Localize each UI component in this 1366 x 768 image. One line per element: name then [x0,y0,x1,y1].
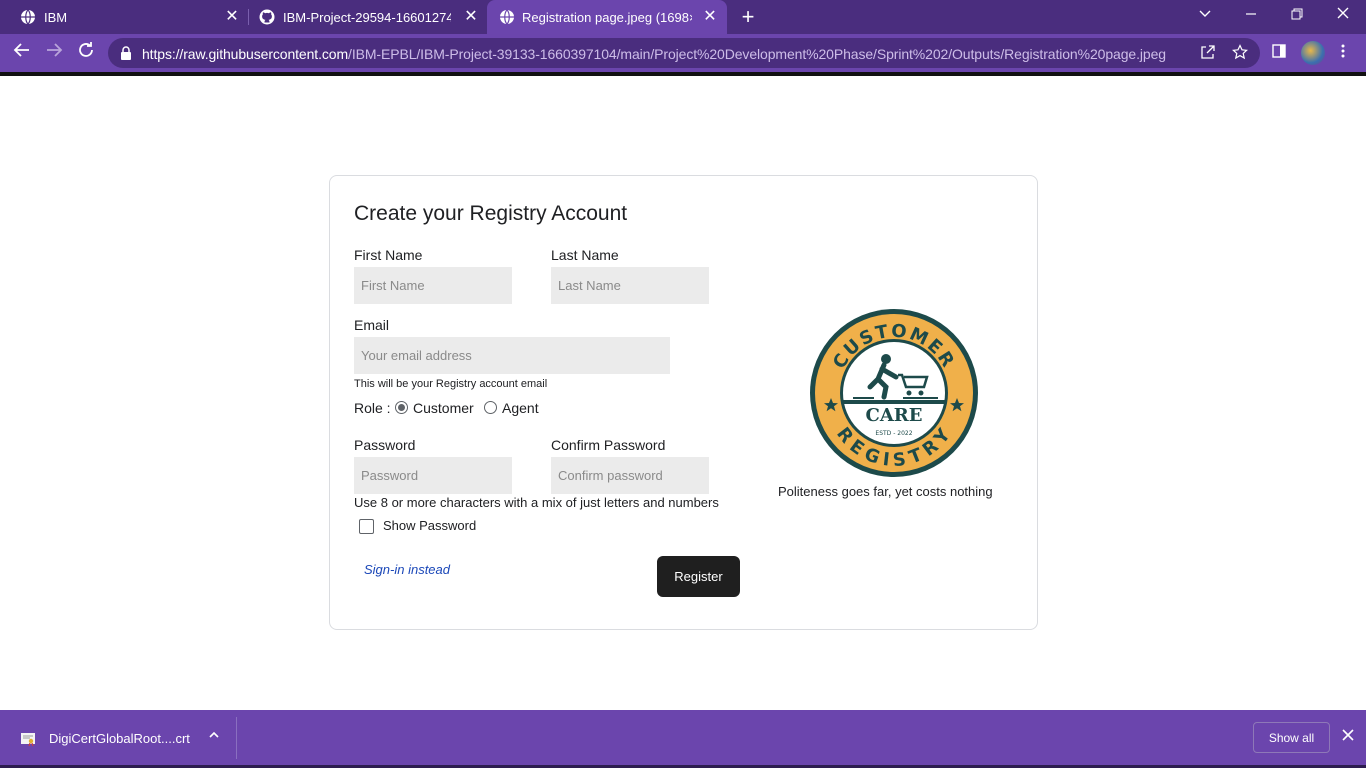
password-input[interactable] [354,457,512,494]
logo-middle-text: CARE [866,405,923,426]
register-button[interactable]: Register [657,556,740,597]
download-divider [236,717,237,759]
tab-registration-image[interactable]: Registration page.jpeg (1698×81 ✕ [487,0,727,34]
tab-ibm[interactable]: IBM ✕ [0,0,248,34]
show-all-button[interactable]: Show all [1253,722,1330,753]
profile-avatar[interactable] [1301,41,1325,65]
close-window-icon[interactable] [1331,4,1355,28]
chevron-up-icon[interactable] [205,728,223,746]
role-label: Role : [354,400,391,416]
browser-toolbar: https://raw.githubusercontent.com/IBM-EP… [0,34,1366,72]
email-hint: This will be your Registry account email [354,378,548,390]
certificate-file-icon[interactable] [20,731,36,747]
role-agent-radio[interactable] [484,401,497,414]
side-panel-icon[interactable] [1269,43,1289,63]
close-tab-icon[interactable]: ✕ [463,9,479,25]
globe-icon [500,9,514,25]
last-name-input[interactable] [551,267,709,304]
tab-github[interactable]: IBM-Project-29594-1660127462/P ✕ [249,0,487,34]
url-host: https://raw.githubusercontent.com [142,46,349,62]
close-tab-icon[interactable]: ✕ [702,9,718,25]
minimize-icon[interactable] [1239,4,1263,28]
password-label: Password [354,437,416,453]
customer-care-registry-logo: CUSTOMER REGISTRY CARE ESTD - 2022 [810,309,978,477]
sign-in-link[interactable]: Sign-in instead [364,562,450,577]
address-bar[interactable]: https://raw.githubusercontent.com/IBM-EP… [108,38,1260,68]
tagline: Politeness goes far, yet costs nothing [778,484,993,499]
tab-title: Registration page.jpeg (1698×81 [522,10,692,25]
globe-icon [21,9,35,25]
url-text[interactable]: https://raw.githubusercontent.com/IBM-EP… [142,46,1166,62]
show-password-checkbox[interactable] [359,519,374,534]
download-bar: DigiCertGlobalRoot....crt Show all [0,710,1366,768]
bookmark-star-icon[interactable] [1231,44,1249,62]
tab-title: IBM-Project-29594-1660127462/P [283,10,451,25]
tab-title: IBM [44,10,68,25]
tab-search-chevron-icon[interactable] [1193,4,1217,28]
show-password-label[interactable]: Show Password [383,518,476,533]
last-name-label: Last Name [551,247,619,263]
url-path: /IBM-EPBL/IBM-Project-39133-1660397104/m… [348,46,1166,62]
role-customer-radio[interactable] [395,401,408,414]
github-icon [259,9,275,25]
email-label: Email [354,317,390,333]
restore-icon[interactable] [1285,4,1309,28]
back-arrow-icon[interactable] [10,41,34,65]
email-input[interactable] [354,337,670,374]
role-customer-label[interactable]: Customer [413,400,474,416]
share-icon[interactable] [1199,44,1217,62]
close-tab-icon[interactable]: ✕ [224,9,240,25]
confirm-password-input[interactable] [551,457,709,494]
close-icon[interactable] [1339,728,1357,746]
tab-strip: IBM ✕ IBM-Project-29594-1660127462/P ✕ R… [0,0,1366,34]
menu-kebab-icon[interactable] [1333,43,1353,63]
page-title: Create your Registry Account [354,202,628,225]
role-agent-label[interactable]: Agent [502,400,539,416]
first-name-input[interactable] [354,267,512,304]
lock-icon[interactable] [120,46,132,60]
password-hint: Use 8 or more characters with a mix of j… [354,495,719,510]
first-name-label: First Name [354,247,423,263]
registration-card: Create your Registry Account First Name … [329,175,1038,630]
confirm-password-label: Confirm Password [551,437,666,453]
logo-established-text: ESTD - 2022 [875,430,912,437]
reload-icon[interactable] [74,41,98,65]
page-top-border [0,72,1366,76]
new-tab-button[interactable]: + [738,6,758,28]
forward-arrow-icon[interactable] [42,41,66,65]
download-file-name[interactable]: DigiCertGlobalRoot....crt [49,731,190,746]
